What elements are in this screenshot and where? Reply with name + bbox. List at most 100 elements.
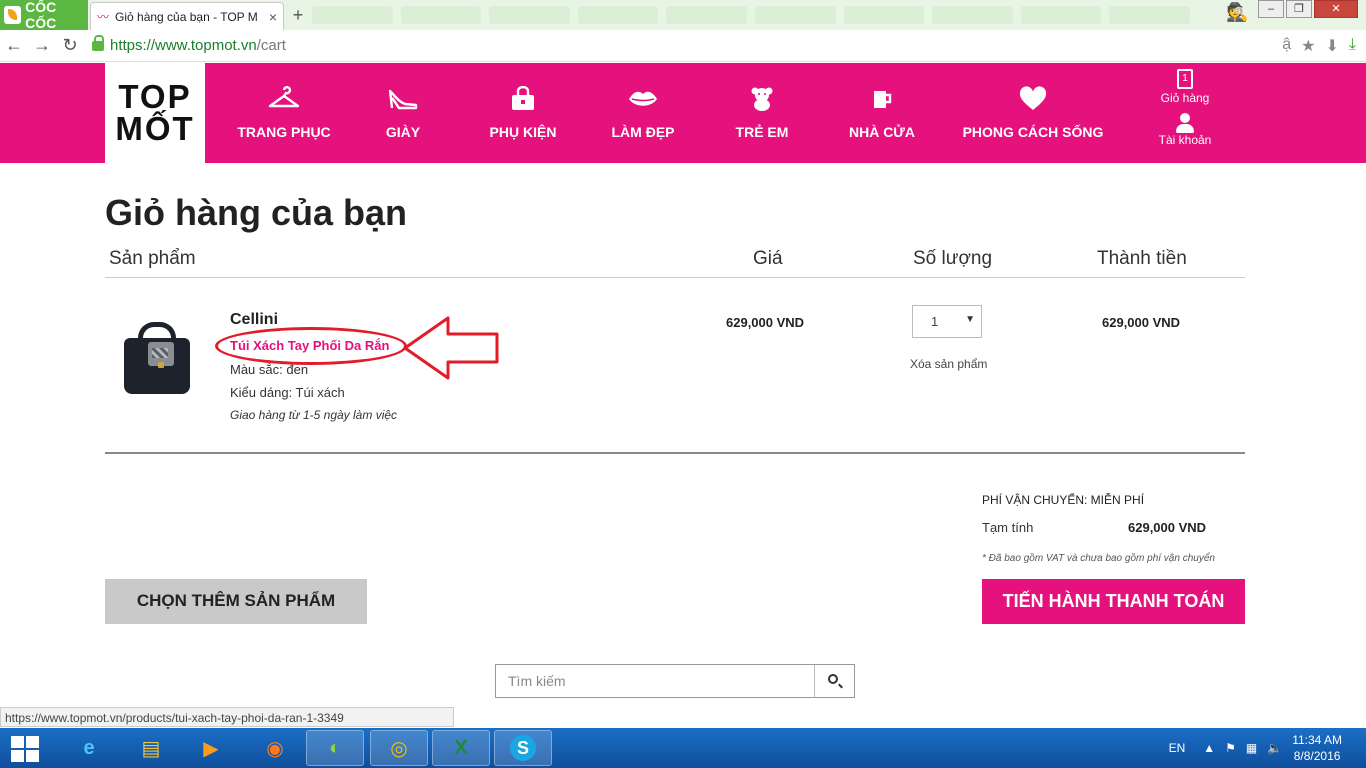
downloads-icon[interactable]: ⤓ bbox=[1349, 36, 1356, 56]
site-header: TOP MỐT TRANG PHỤC GIÀY PHỤ KIỆN LÀM ĐẸP… bbox=[0, 63, 1366, 163]
action-center-icon[interactable]: ⚑ bbox=[1225, 741, 1236, 755]
background-tab[interactable] bbox=[843, 6, 925, 24]
nav-item-phu-kien[interactable]: PHỤ KIỆN bbox=[463, 63, 583, 163]
windows-start-button[interactable] bbox=[8, 734, 42, 762]
cart-link[interactable]: Giỏ hàng bbox=[1161, 91, 1210, 105]
product-image[interactable] bbox=[118, 320, 198, 400]
browser-brand: CỐC CỐC bbox=[25, 0, 57, 31]
logo-line-bottom: MỐT bbox=[115, 110, 195, 147]
background-tab[interactable] bbox=[1020, 6, 1102, 24]
coccoc-taskbar-icon[interactable]: ◐ bbox=[306, 730, 364, 766]
background-tab[interactable] bbox=[400, 6, 482, 24]
search-button[interactable] bbox=[814, 665, 854, 697]
coccoc-menu-button[interactable]: CỐC CỐC bbox=[0, 0, 88, 31]
nav-label: GIÀY bbox=[385, 124, 421, 140]
remove-item-link[interactable]: Xóa sản phẩm bbox=[910, 357, 987, 371]
nav-label: PHỤ KIỆN bbox=[489, 124, 557, 140]
active-tab[interactable]: 〰 Giỏ hàng của bạn - TOP M × bbox=[90, 2, 284, 30]
nav-item-giay[interactable]: GIÀY bbox=[343, 63, 463, 163]
status-bar-url: https://www.topmot.vn/products/tui-xach-… bbox=[0, 707, 454, 727]
star-bookmark-icon[interactable]: ★ bbox=[1301, 36, 1315, 56]
chrome-icon[interactable]: ◎ bbox=[370, 730, 428, 766]
browser-tab-bar: CỐC CỐC 〰 Giỏ hàng của bạn - TOP M × + 🕵… bbox=[0, 0, 1366, 31]
annotation-arrow bbox=[403, 316, 499, 380]
tray-expand-icon[interactable]: ▲ bbox=[1203, 741, 1215, 755]
subtotal-value: 629,000 VND bbox=[1128, 520, 1207, 535]
account-icon[interactable] bbox=[1176, 113, 1194, 133]
minimize-button[interactable]: – bbox=[1258, 0, 1284, 18]
media-player-icon[interactable]: ▶ bbox=[182, 730, 240, 766]
file-explorer-icon[interactable]: ▤ bbox=[122, 730, 180, 766]
background-tab[interactable] bbox=[1109, 6, 1190, 24]
cart-icon[interactable]: 1 bbox=[1177, 69, 1193, 89]
tab-close-icon[interactable]: × bbox=[269, 9, 277, 25]
language-indicator[interactable]: EN bbox=[1169, 741, 1186, 755]
column-header-total: Thành tiền bbox=[1097, 248, 1187, 269]
translate-icon[interactable]: ậ bbox=[1282, 36, 1291, 56]
annotation-ellipse bbox=[215, 327, 407, 365]
coccoc-logo-icon bbox=[4, 6, 22, 24]
background-tab[interactable] bbox=[754, 6, 836, 24]
lock-icon bbox=[92, 34, 104, 51]
new-tab-button[interactable]: + bbox=[288, 5, 308, 25]
logo-line-top: TOP bbox=[118, 78, 192, 115]
download-arrow-icon[interactable]: ⬇ bbox=[1326, 36, 1339, 56]
item-line-total: 629,000 VND bbox=[1102, 315, 1181, 330]
quantity-select[interactable]: 1 ▼ bbox=[912, 305, 982, 338]
search-input[interactable] bbox=[496, 665, 814, 697]
heel-shoe-icon bbox=[387, 86, 419, 120]
volume-icon[interactable]: 🔈 bbox=[1267, 741, 1282, 755]
nav-item-phong-cach-song[interactable]: PHONG CÁCH SỐNG bbox=[943, 63, 1123, 163]
column-header-product: Sản phẩm bbox=[109, 248, 196, 269]
maximize-button[interactable]: ❐ bbox=[1286, 0, 1312, 18]
hanger-icon bbox=[267, 86, 301, 120]
nav-item-tre-em[interactable]: TRẺ EM bbox=[703, 63, 821, 163]
subtotal-label: Tạm tính bbox=[982, 520, 1034, 535]
firefox-icon[interactable]: ◉ bbox=[246, 730, 304, 766]
nav-item-nha-cua[interactable]: NHÀ CỬA bbox=[821, 63, 943, 163]
background-tab[interactable] bbox=[312, 6, 393, 24]
background-tab[interactable] bbox=[577, 6, 659, 24]
topmot-favicon-icon: 〰 bbox=[97, 10, 110, 24]
nav-label: PHONG CÁCH SỐNG bbox=[962, 124, 1104, 140]
nav-item-trang-phuc[interactable]: TRANG PHỤC bbox=[225, 63, 343, 163]
excel-icon[interactable]: X bbox=[432, 730, 490, 766]
close-window-button[interactable]: ✕ bbox=[1314, 0, 1358, 18]
nav-label: TRANG PHỤC bbox=[237, 124, 331, 140]
system-tray: EN ▲ ⚑ ▦ 🔈 11:34 AM 8/8/2016 bbox=[1169, 728, 1366, 768]
product-delivery-note: Giao hàng từ 1-5 ngày làm việc bbox=[230, 408, 398, 422]
window-controls: – ❐ ✕ bbox=[1258, 0, 1358, 18]
forward-arrow-icon[interactable]: → bbox=[28, 35, 56, 56]
cart-table-header: Sản phẩm Giá Số lượng Thành tiền bbox=[105, 248, 1245, 278]
reload-icon[interactable]: ↻ bbox=[56, 35, 84, 56]
topmot-logo[interactable]: TOP MỐT bbox=[105, 63, 205, 163]
main-nav: TRANG PHỤC GIÀY PHỤ KIỆN LÀM ĐẸP TRẺ EM bbox=[225, 63, 1123, 163]
clock[interactable]: 11:34 AM 8/8/2016 bbox=[1292, 732, 1342, 764]
skype-icon[interactable]: S bbox=[494, 730, 552, 766]
checkout-button[interactable]: TIẾN HÀNH THANH TOÁN bbox=[982, 579, 1245, 624]
search-icon bbox=[828, 674, 838, 684]
internet-explorer-icon[interactable]: e bbox=[60, 730, 118, 766]
mug-icon bbox=[869, 86, 895, 120]
network-icon[interactable]: ▦ bbox=[1246, 741, 1257, 755]
address-bar-actions: ậ ★ ⬇ ⤓ bbox=[1282, 36, 1356, 56]
nav-item-lam-dep[interactable]: LÀM ĐẸP bbox=[583, 63, 703, 163]
dropdown-arrow-icon: ▼ bbox=[965, 314, 975, 325]
header-user-area: 1 Giỏ hàng Tài khoản bbox=[1150, 69, 1220, 147]
url-path: /cart bbox=[256, 37, 286, 54]
back-arrow-icon[interactable]: ← bbox=[0, 35, 28, 56]
incognito-icon: 🕵 bbox=[1226, 2, 1249, 22]
vat-note: * Đã bao gồm VAT và chưa bao gồm phí vận… bbox=[982, 553, 1215, 564]
teddy-bear-icon bbox=[749, 86, 775, 120]
windows-taskbar: e ▤ ▶ ◉ ◐ ◎ X S EN ▲ ⚑ ▦ 🔈 11:34 AM 8/8/… bbox=[0, 728, 1366, 768]
account-link[interactable]: Tài khoản bbox=[1159, 133, 1212, 147]
background-tab[interactable] bbox=[932, 6, 1013, 24]
quantity-value: 1 bbox=[931, 314, 939, 329]
continue-shopping-button[interactable]: CHỌN THÊM SẢN PHẨM bbox=[105, 579, 367, 624]
url-domain: https://www.topmot.vn bbox=[110, 37, 257, 54]
background-tab[interactable] bbox=[666, 6, 747, 24]
handbag-icon bbox=[509, 85, 537, 120]
clock-time: 11:34 AM bbox=[1292, 733, 1342, 747]
background-tab[interactable] bbox=[489, 6, 570, 24]
url-field[interactable]: https://www.topmot.vn/cart bbox=[110, 37, 286, 54]
